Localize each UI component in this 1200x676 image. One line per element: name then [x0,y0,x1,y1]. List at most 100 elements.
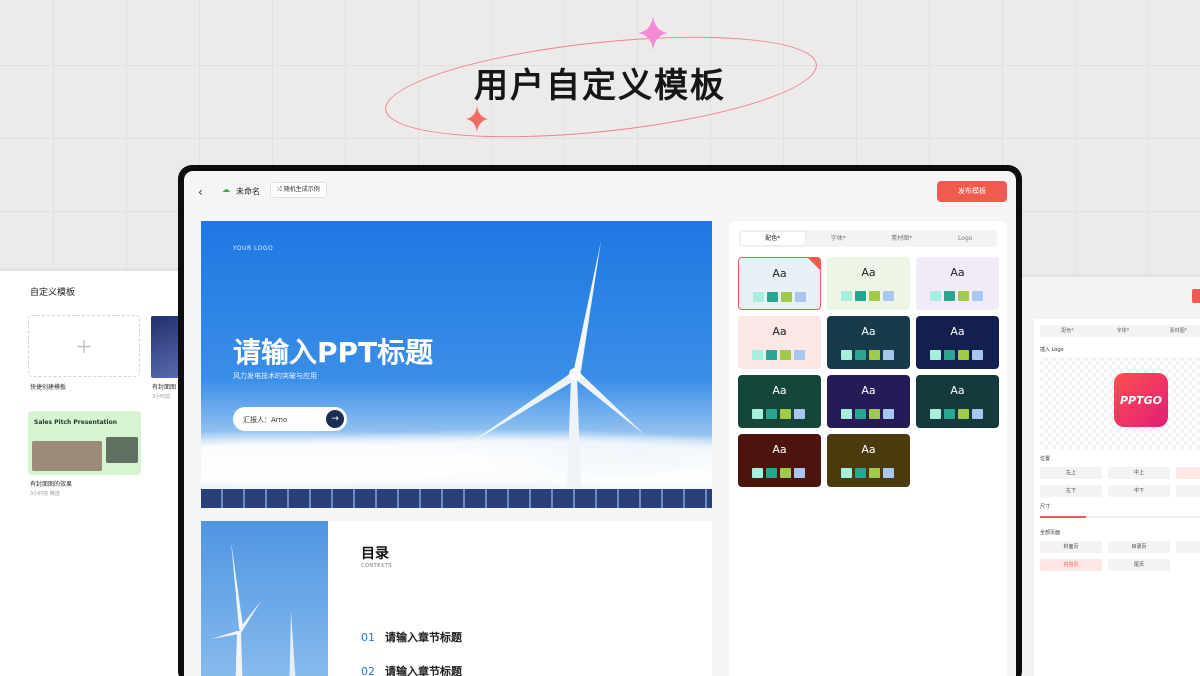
position-bottom-left[interactable]: 左下 [1040,485,1102,497]
theme-sample-text: Aa [950,325,965,338]
reporter-text: 汇报人：Arno [243,416,288,424]
theme-card[interactable]: Aa [827,316,910,369]
slide-title[interactable]: 请输入PPT标题 [233,331,433,371]
template-card-green[interactable]: Sales Pitch Presentation [28,411,141,475]
theme-card[interactable]: Aa [916,375,999,428]
page-cover[interactable]: 封面页 [1040,541,1102,553]
back-icon[interactable]: ‹ [198,185,203,199]
position-top-left[interactable]: 左上 [1040,467,1102,479]
toc-title[interactable]: 目录 [361,543,389,563]
theme-sample-text: Aa [772,384,787,397]
position-bottom-right[interactable] [1176,485,1200,497]
selected-check-icon [807,257,821,271]
color-swatch [869,468,880,478]
tab-color[interactable]: 配色* [1040,325,1095,337]
chapter-label: 请输入章节标题 [385,665,462,676]
color-swatch [841,468,852,478]
template-card-label: 有封面图的效果 [30,481,73,488]
page-toc[interactable]: 目录页 [1108,541,1170,553]
editor-window: ‹ ☁ 未命名 ⤮ 随机生成示例 发布模板 YOUR LOGO 请输入PPT标题… [178,165,1022,676]
color-swatch [752,350,763,360]
theme-sample-text: Aa [772,325,787,338]
slide-subtitle[interactable]: 风力发电技术的突破与应用 [233,371,317,381]
theme-card[interactable]: Aa [738,257,821,310]
reporter-pill[interactable]: 汇报人：Arno → [233,407,347,431]
size-slider[interactable] [1040,516,1200,518]
slide-logo[interactable]: YOUR LOGO [233,245,273,252]
theme-panel: 配色* 字体* 素材图* Logo Aa Aa Aa Aa Aa Aa Aa Aa Aa Aa Aa [729,221,1007,676]
tab-font[interactable]: 字体* [1095,325,1150,337]
photo-thumbnail [106,437,138,463]
pages-label: 全部页面 [1040,530,1061,536]
color-swatch [883,350,894,360]
color-swatch [841,350,852,360]
publish-template-button[interactable]: 发布模板 [937,181,1007,202]
color-swatch [794,350,805,360]
theme-card[interactable]: Aa [738,434,821,487]
theme-swatches [752,468,805,478]
color-swatch [972,409,983,419]
logo-settings-inner: 配色* 字体* 素材图* 插入 Logo PPTGO 位置 左上 中上 左下 中… [1034,319,1200,676]
publish-button-partial[interactable] [1192,289,1200,303]
chapter-label: 请输入章节标题 [385,631,462,644]
position-top-right[interactable] [1176,467,1200,479]
theme-swatches [930,350,983,360]
color-swatch [944,409,955,419]
size-label: 尺寸 [1040,504,1051,510]
color-swatch [869,409,880,419]
size-slider-fill [1040,516,1086,518]
color-swatch [883,291,894,301]
chapter-item[interactable]: 01 请输入章节标题 [361,629,462,645]
page-end[interactable]: 尾页 [1108,559,1170,571]
random-generate-button[interactable]: ⤮ 随机生成示例 [270,182,327,198]
panel-title: 自定义模板 [30,288,76,298]
color-swatch [958,291,969,301]
logo-preview[interactable]: PPTGO [1040,357,1200,449]
color-swatch [794,409,805,419]
theme-card[interactable]: Aa [738,375,821,428]
tab-color[interactable]: 配色* [741,232,805,245]
color-swatch [869,350,880,360]
shuffle-icon: ⤮ [277,186,284,193]
theme-card[interactable]: Aa [738,316,821,369]
quick-create-card[interactable]: + [28,315,140,377]
theme-swatches [753,292,806,302]
color-swatch [958,350,969,360]
position-bottom-center[interactable]: 中下 [1108,485,1170,497]
theme-card[interactable]: Aa [916,257,999,310]
page-extra[interactable] [1176,541,1200,553]
wind-turbine-image [211,541,296,676]
color-swatch [855,409,866,419]
theme-swatches [841,350,894,360]
theme-sample-text: Aa [861,266,876,279]
color-swatch [766,409,777,419]
color-swatch [841,291,852,301]
tab-font[interactable]: 字体* [807,230,871,247]
chapter-item[interactable]: 02 请输入章节标题 [361,663,462,676]
template-card-title: Sales Pitch Presentation [34,419,117,426]
color-swatch [855,468,866,478]
tab-material[interactable]: 素材图* [870,230,934,247]
logo-settings-panel: 配色* 字体* 素材图* 插入 Logo PPTGO 位置 左上 中上 左下 中… [1022,274,1200,676]
theme-card[interactable]: Aa [827,257,910,310]
theme-card[interactable]: Aa [916,316,999,369]
tab-logo[interactable]: Logo [934,230,998,247]
page-content[interactable]: 内容页 [1040,559,1102,571]
theme-card[interactable]: Aa [827,434,910,487]
document-title[interactable]: 未命名 [236,186,260,197]
tab-material[interactable]: 素材图* [1151,325,1200,337]
solar-panels-image [201,489,712,508]
cloud-icon: ☁ [222,185,230,194]
toc-subtitle[interactable]: CONTEXTS [361,563,392,569]
position-top-center[interactable]: 中上 [1108,467,1170,479]
color-swatch [883,468,894,478]
slide-cover[interactable]: YOUR LOGO 请输入PPT标题 风力发电技术的突破与应用 汇报人：Arno… [201,221,712,508]
slide-toc[interactable]: 目录 CONTEXTS 01 请输入章节标题 02 请输入章节标题 [201,521,712,676]
turbine-photo [201,521,328,676]
color-swatch [855,291,866,301]
theme-card[interactable]: Aa [827,375,910,428]
insert-logo-label: 插入 Logo [1040,347,1064,353]
theme-sample-text: Aa [950,266,965,279]
color-swatch [944,350,955,360]
color-swatch [930,291,941,301]
